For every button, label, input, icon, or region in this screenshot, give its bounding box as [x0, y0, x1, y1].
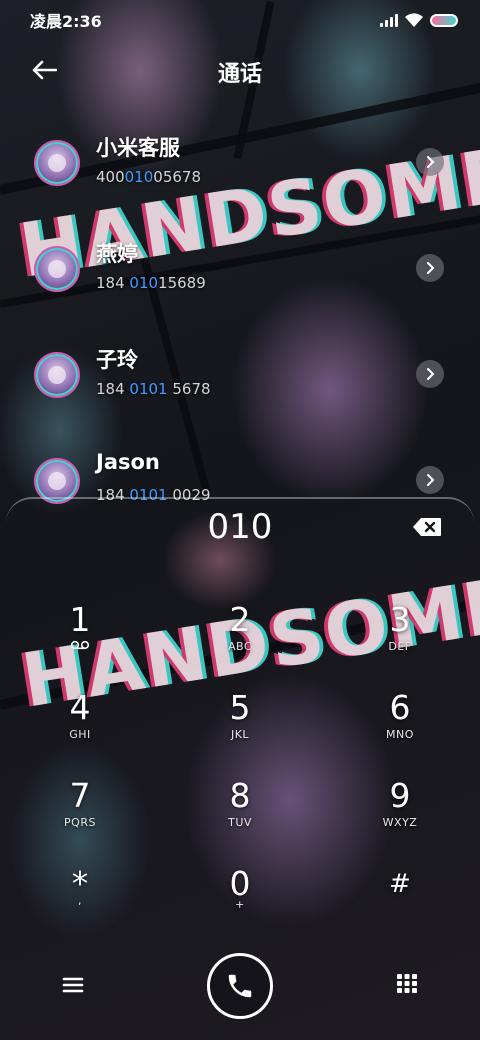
contact-name: 子玲 — [96, 348, 138, 372]
contact-number: 40001005678 — [96, 168, 201, 186]
chevron-right-icon — [427, 474, 435, 486]
status-bar: 凌晨2:36 — [0, 0, 480, 40]
contact-number: 184 01015689 — [96, 274, 206, 292]
key-4[interactable]: 4 GHI — [20, 684, 140, 774]
dialpad-icon — [397, 974, 417, 993]
status-icons — [380, 12, 458, 28]
key-9[interactable]: 9 WXYZ — [340, 772, 460, 862]
key-3[interactable]: 3 DEF — [340, 596, 460, 686]
key-digit: 3 — [389, 600, 411, 639]
key-letters: + — [235, 898, 245, 911]
key-letters: TUV — [228, 816, 252, 829]
contact-detail-button[interactable] — [416, 148, 444, 176]
menu-button[interactable] — [58, 970, 88, 1000]
key-hash[interactable]: # — [340, 860, 460, 950]
key-digit: 1 — [69, 600, 91, 639]
keypad-toggle-button[interactable] — [392, 970, 422, 1000]
key-letters: GHI — [69, 728, 91, 741]
key-digit: 9 — [389, 776, 411, 815]
key-digit: # — [389, 869, 411, 899]
backspace-icon — [413, 518, 441, 536]
page-title: 通话 — [217, 62, 262, 87]
key-letters: ABC — [227, 640, 253, 653]
key-digit: 6 — [389, 688, 411, 727]
status-time: 凌晨2:36 — [30, 12, 102, 31]
menu-icon — [62, 977, 84, 993]
avatar — [34, 352, 80, 398]
battery-icon — [430, 13, 458, 27]
key-letters: , — [78, 894, 82, 907]
phone-icon — [228, 974, 252, 998]
chevron-right-icon — [427, 368, 435, 380]
key-5[interactable]: 5 JKL — [180, 684, 300, 774]
key-digit: 2 — [229, 600, 251, 639]
contact-detail-button[interactable] — [416, 466, 444, 494]
number-match: 0101 — [129, 380, 168, 398]
key-letters: WXYZ — [382, 816, 418, 829]
contact-name: 燕婷 — [96, 242, 138, 266]
key-digit: 4 — [69, 688, 91, 727]
call-button[interactable] — [207, 953, 273, 1019]
contact-row[interactable]: 燕婷 184 01015689 — [0, 232, 480, 302]
contact-detail-button[interactable] — [416, 360, 444, 388]
contact-row[interactable]: 子玲 184 0101 5678 — [0, 338, 480, 408]
contact-name: 小米客服 — [96, 136, 180, 160]
backspace-button[interactable] — [412, 517, 442, 537]
wifi-icon — [405, 12, 423, 27]
key-7[interactable]: 7 PQRS — [20, 772, 140, 862]
key-letters: MNO — [386, 728, 414, 741]
key-2[interactable]: 2 ABC — [180, 596, 300, 686]
key-digit: 5 — [229, 688, 251, 727]
contact-number: 184 0101 5678 — [96, 380, 211, 398]
voicemail-icon — [70, 640, 90, 650]
key-0[interactable]: 0 + — [180, 860, 300, 950]
contact-detail-button[interactable] — [416, 254, 444, 282]
title-bar: 通话 — [0, 48, 480, 92]
key-star[interactable]: * , — [20, 860, 140, 950]
number-match: 010 — [124, 168, 154, 186]
signal-icon — [380, 13, 398, 27]
contact-row[interactable]: 小米客服 40001005678 — [0, 126, 480, 196]
avatar — [34, 140, 80, 186]
key-8[interactable]: 8 TUV — [180, 772, 300, 862]
key-letters: JKL — [230, 728, 250, 741]
chevron-right-icon — [427, 262, 435, 274]
dial-display: 010 — [6, 497, 474, 559]
key-digit: 7 — [69, 776, 91, 815]
dialed-number[interactable]: 010 — [6, 507, 474, 547]
key-digit: 8 — [229, 776, 251, 815]
contact-name: Jason — [96, 450, 160, 474]
key-letters: PQRS — [64, 816, 96, 829]
key-6[interactable]: 6 MNO — [340, 684, 460, 774]
number-match: 010 — [129, 274, 159, 292]
chevron-right-icon — [427, 156, 435, 168]
avatar — [34, 246, 80, 292]
key-letters: DEF — [388, 640, 412, 653]
key-1[interactable]: 1 — [20, 596, 140, 686]
